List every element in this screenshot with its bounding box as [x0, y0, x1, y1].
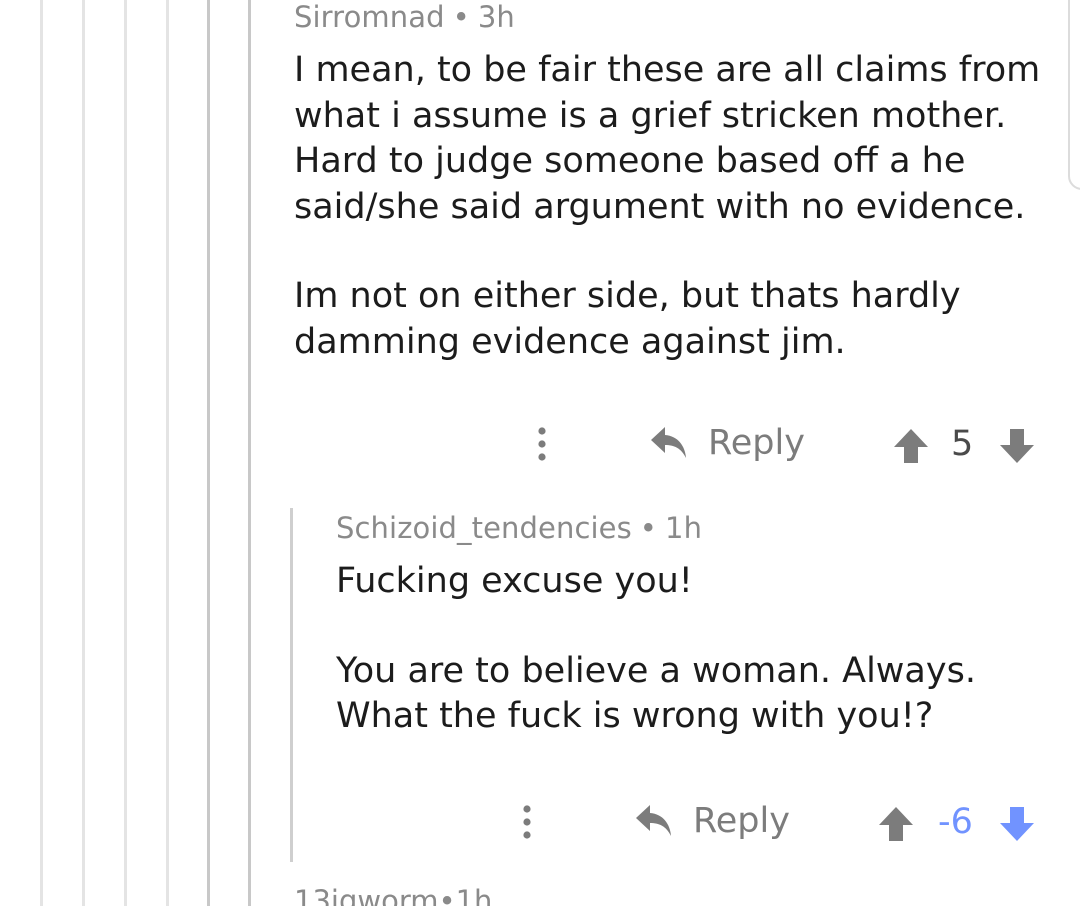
downvote-arrow-icon: [1000, 429, 1034, 463]
reply-arrow-icon: [651, 427, 686, 458]
upvote-button[interactable]: [891, 426, 931, 466]
vote-score: 5: [951, 424, 974, 464]
more-options-button[interactable]: [517, 802, 537, 842]
next-comment-meta: 13igworm•1h: [294, 884, 492, 906]
upvote-arrow-icon: [879, 807, 913, 841]
comment-body: Fucking excuse you! You are to believe a…: [336, 559, 976, 740]
comment-meta: Schizoid_tendencies • 1h: [336, 511, 702, 545]
comment-line: what i assume is a grief stricken mother…: [294, 95, 1007, 136]
comment-author[interactable]: Sirromnad: [294, 0, 445, 34]
comment-line: I mean, to be fair these are all claims …: [294, 50, 1041, 90]
thread-line-3[interactable]: [124, 0, 127, 906]
comment-meta: Sirromnad • 3h: [294, 0, 515, 34]
nested-comment-border[interactable]: [290, 508, 293, 862]
comment-body: I mean, to be fair these are all claims …: [294, 48, 1040, 365]
thread-line-2[interactable]: [82, 0, 85, 906]
comment-author[interactable]: Schizoid_tendencies: [336, 511, 632, 545]
thread-line-1[interactable]: [40, 0, 43, 906]
more-vertical-icon: [523, 805, 531, 839]
meta-separator: •: [639, 511, 658, 545]
thread-line-5[interactable]: [207, 0, 210, 906]
reply-button[interactable]: Reply: [650, 423, 805, 463]
reply-button[interactable]: Reply: [635, 801, 790, 841]
downvote-button[interactable]: [997, 426, 1037, 466]
comment-paragraph: You are to believe a woman. Always. What…: [336, 649, 976, 740]
comment-line: Im not on either side, but thats hardly: [294, 276, 961, 316]
comment-paragraph: I mean, to be fair these are all claims …: [294, 48, 1040, 230]
meta-separator: •: [452, 0, 470, 34]
comment-age: 1h: [665, 511, 703, 545]
downvote-arrow-icon: [1000, 807, 1034, 841]
reply-label: Reply: [708, 423, 805, 463]
meta-separator: •: [438, 884, 456, 906]
comment-line: What the fuck is wrong with you!?: [336, 696, 934, 736]
upvote-button[interactable]: [876, 804, 916, 844]
thread-line-4[interactable]: [166, 0, 169, 906]
comment-line: Fucking excuse you!: [336, 561, 693, 601]
comment-line: Hard to judge someone based off a he: [294, 141, 966, 181]
more-vertical-icon: [538, 427, 546, 461]
reply-label: Reply: [693, 801, 790, 841]
upvote-arrow-icon: [894, 429, 928, 463]
comment-author[interactable]: 13igworm: [294, 884, 439, 906]
comment-line: damming evidence against jim.: [294, 321, 846, 362]
more-options-button[interactable]: [532, 424, 552, 464]
comment-age: 1h: [455, 884, 493, 906]
thread-line-6[interactable]: [248, 0, 251, 906]
comment-line: said/she said argument with no evidence.: [294, 186, 1026, 227]
reply-arrow-icon: [636, 805, 671, 836]
downvote-button[interactable]: [997, 804, 1037, 844]
comment-paragraph: Im not on either side, but thats hardly …: [294, 274, 1040, 365]
comment-age: 3h: [477, 0, 515, 34]
comment-paragraph: Fucking excuse you!: [336, 559, 976, 605]
side-panel-edge: [1068, 0, 1080, 190]
vote-score: -6: [938, 802, 973, 842]
comment-line: You are to believe a woman. Always.: [336, 650, 976, 691]
